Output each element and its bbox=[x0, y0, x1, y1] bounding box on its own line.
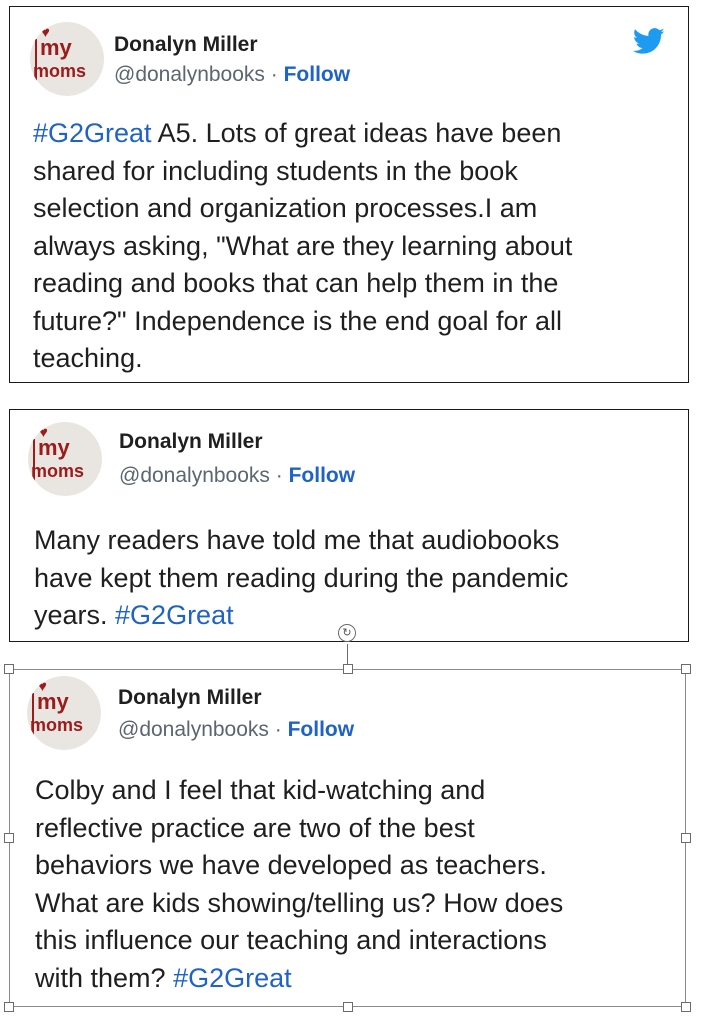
tweet-line: future?" Independence is the end goal fo… bbox=[33, 303, 683, 341]
follow-button[interactable]: Follow bbox=[289, 464, 356, 487]
tweet-text-run: reflective practice are two of the best bbox=[35, 812, 475, 843]
author-name[interactable]: Donalyn Miller bbox=[118, 686, 262, 710]
tweet-line: with them? #G2Great bbox=[35, 960, 680, 998]
tweet-card-1: ♥ my moms Donalyn Miller @donalynbooks ·… bbox=[9, 6, 689, 383]
avatar-text-my: my bbox=[38, 435, 70, 460]
tweet-text-run: What are kids showing/telling us? How do… bbox=[35, 887, 564, 918]
tweet-text: #G2Great A5. Lots of great ideas have be… bbox=[33, 115, 683, 378]
avatar-text-moms: moms bbox=[31, 461, 85, 481]
tweet-line: #G2Great A5. Lots of great ideas have be… bbox=[33, 115, 683, 153]
tweet-line: Colby and I feel that kid-watching and bbox=[35, 772, 680, 810]
tweet-text-run: reading and books that can help them in … bbox=[33, 268, 559, 298]
tweet-text: Many readers have told me that audiobook… bbox=[34, 522, 686, 635]
tweet-line: What are kids showing/telling us? How do… bbox=[35, 885, 680, 923]
twitter-bird-icon[interactable] bbox=[630, 25, 668, 57]
tweet-text-run: Colby and I feel that kid-watching and bbox=[35, 775, 486, 805]
author-meta: @donalynbooks · Follow bbox=[114, 63, 350, 87]
tweet-text-run: teaching. bbox=[33, 343, 143, 373]
tweet-line: always asking, "What are they learning a… bbox=[33, 228, 683, 266]
tweet-text-run: with them? bbox=[35, 962, 174, 993]
resize-handle-middle-left[interactable] bbox=[4, 833, 14, 843]
tweet-card-2: ♥ my moms Donalyn Miller @donalynbooks ·… bbox=[9, 409, 689, 642]
avatar[interactable]: ♥ my moms bbox=[28, 422, 102, 496]
tweet-text-run: Many readers have told me that audiobook… bbox=[34, 525, 560, 555]
tweet-line: this influence our teaching and interact… bbox=[35, 922, 680, 960]
meta-separator: · bbox=[269, 464, 289, 487]
author-handle[interactable]: @donalynbooks bbox=[119, 464, 270, 487]
resize-handle-top-left[interactable] bbox=[4, 664, 14, 674]
author-handle[interactable]: @donalynbooks bbox=[118, 718, 269, 741]
tweet-line: shared for including students in the boo… bbox=[33, 153, 683, 191]
hashtag-link[interactable]: #G2Great bbox=[33, 118, 152, 148]
hashtag-link[interactable]: #G2Great bbox=[173, 963, 292, 993]
tweet-text-run: selection and organization processes.I a… bbox=[33, 193, 538, 223]
avatar-text-my: my bbox=[37, 689, 69, 714]
meta-separator: · bbox=[268, 718, 288, 741]
avatar-text-my: my bbox=[40, 35, 72, 60]
tweet-text-run: A5. Lots of great ideas have been bbox=[151, 118, 562, 148]
resize-handle-bottom-center[interactable] bbox=[343, 1002, 353, 1012]
tweet-line: teaching. bbox=[33, 340, 683, 378]
follow-button[interactable]: Follow bbox=[284, 63, 351, 86]
hashtag-link[interactable]: #G2Great bbox=[115, 600, 234, 630]
author-handle[interactable]: @donalynbooks bbox=[114, 63, 265, 86]
avatar[interactable]: ♥ my moms bbox=[30, 22, 104, 96]
avatar-text-moms: moms bbox=[30, 715, 84, 735]
tweet-text-run: always asking, "What are they learning a… bbox=[33, 230, 573, 261]
tweet-card-3[interactable]: ♥ my moms Donalyn Miller @donalynbooks ·… bbox=[9, 669, 686, 1007]
rotation-stem bbox=[347, 644, 348, 666]
avatar-text-moms: moms bbox=[33, 61, 87, 81]
resize-handle-middle-right[interactable] bbox=[681, 833, 691, 843]
resize-handle-top-right[interactable] bbox=[681, 664, 691, 674]
rotate-handle-icon[interactable]: ↻ bbox=[338, 624, 356, 642]
resize-handle-top-center[interactable] bbox=[343, 664, 353, 674]
tweet-line: selection and organization processes.I a… bbox=[33, 190, 683, 228]
tweet-text-run: this influence our teaching and interact… bbox=[35, 925, 547, 955]
tweet-text-run: behaviors we have developed as teachers. bbox=[35, 850, 547, 880]
resize-handle-bottom-left[interactable] bbox=[4, 1002, 14, 1012]
meta-separator: · bbox=[264, 63, 284, 86]
tweet-line: have kept them reading during the pandem… bbox=[34, 560, 686, 598]
tweet-text-run: have kept them reading during the pandem… bbox=[34, 562, 569, 593]
tweet-text-run: shared for including students in the boo… bbox=[33, 155, 518, 186]
author-meta: @donalynbooks · Follow bbox=[118, 718, 354, 742]
author-name[interactable]: Donalyn Miller bbox=[119, 430, 263, 454]
tweet-text-run: future?" Independence is the end goal fo… bbox=[33, 305, 562, 336]
tweet-line: behaviors we have developed as teachers. bbox=[35, 847, 680, 885]
author-name[interactable]: Donalyn Miller bbox=[114, 33, 258, 57]
tweet-line: years. #G2Great bbox=[34, 597, 686, 635]
tweet-line: Many readers have told me that audiobook… bbox=[34, 522, 686, 560]
tweet-text-run: years. bbox=[34, 600, 116, 630]
avatar[interactable]: ♥ my moms bbox=[27, 676, 101, 750]
author-meta: @donalynbooks · Follow bbox=[119, 464, 355, 488]
follow-button[interactable]: Follow bbox=[288, 718, 355, 741]
tweet-line: reflective practice are two of the best bbox=[35, 810, 680, 848]
resize-handle-bottom-right[interactable] bbox=[681, 1002, 691, 1012]
tweet-text: Colby and I feel that kid-watching and re… bbox=[35, 772, 680, 997]
tweet-line: reading and books that can help them in … bbox=[33, 265, 683, 303]
